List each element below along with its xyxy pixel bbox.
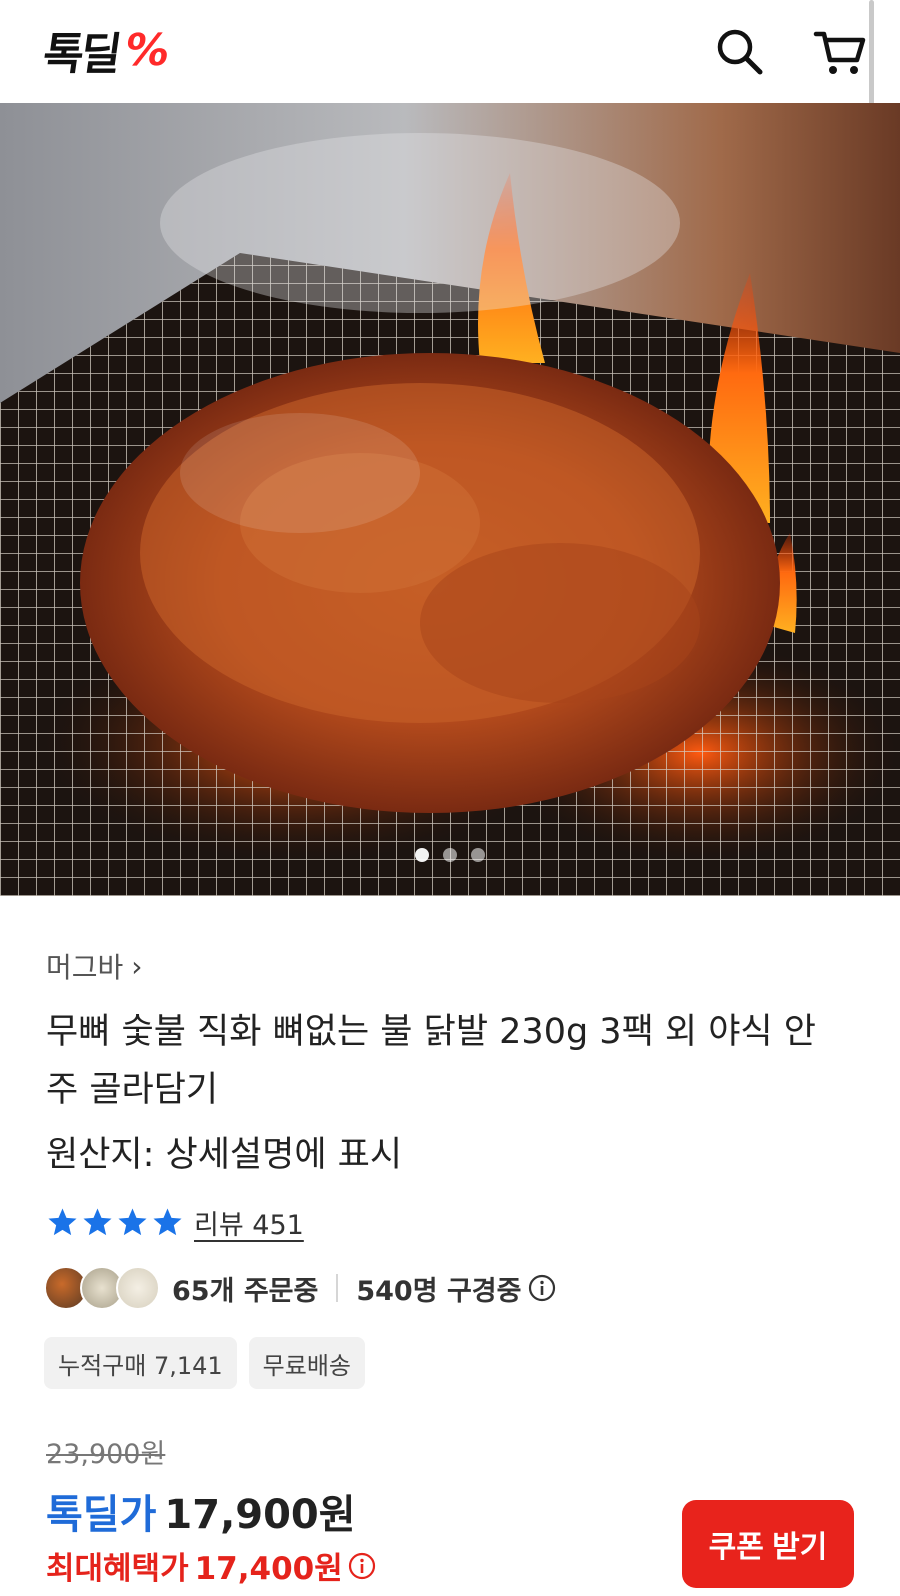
search-icon[interactable] (712, 24, 768, 80)
gallery-dot-2[interactable] (443, 848, 457, 862)
orders-count: 65개 주문중 (172, 1275, 319, 1307)
tag-total-purchases: 누적구매 7,141 (44, 1337, 237, 1389)
coupon-button[interactable]: 쿠폰 받기 (682, 1500, 854, 1588)
product-origin: 원산지: 상세설명에 표시 (46, 1135, 403, 1175)
product-title: 무뼈 숯불 직화 뼈없는 불 닭발 230g 3팩 외 야식 안주 골라담기 (46, 1012, 816, 1110)
gallery-dot-3[interactable] (471, 848, 485, 862)
viewers-count: 540명 구경중 (356, 1275, 522, 1307)
info-icon[interactable] (347, 1551, 377, 1581)
seller-name: 머그바 (46, 951, 124, 984)
rating-row: 리뷰 451 (46, 1203, 304, 1242)
gallery-dots (0, 848, 900, 862)
max-benefit-price: 17,400원 (194, 1551, 343, 1587)
product-image[interactable] (0, 103, 900, 896)
deal-label: 톡딜가 (46, 1492, 157, 1538)
app-header: 톡딜 % (0, 0, 900, 236)
divider (336, 1274, 339, 1302)
cart-icon[interactable] (812, 24, 868, 80)
tag-free-shipping: 무료배송 (248, 1337, 365, 1389)
seller-link[interactable]: 머그바 › (46, 946, 142, 986)
star-icon (83, 1208, 112, 1236)
deal-price-row: 톡딜가 17,900원 (46, 1482, 356, 1540)
social-proof: 65개 주문중 540명 구경중 (44, 1266, 557, 1310)
deal-price: 17,900원 (164, 1492, 356, 1538)
product-tags: 누적구매 7,141 무료배송 (44, 1337, 365, 1389)
info-icon[interactable] (527, 1273, 557, 1303)
chevron-right-icon: › (131, 949, 143, 983)
original-price: 23,900원 (46, 1439, 166, 1470)
logo-mark: % (120, 24, 174, 76)
star-icon (48, 1208, 77, 1236)
star-icon (153, 1208, 182, 1236)
max-benefit-label: 최대혜택가 (46, 1551, 189, 1587)
review-link[interactable]: 리뷰 451 (194, 1203, 304, 1242)
logo[interactable]: 톡딜 % (40, 22, 174, 81)
avatar (116, 1266, 160, 1310)
max-benefit-row: 최대혜택가 17,400원 (46, 1543, 377, 1588)
logo-text: 톡딜 (39, 29, 122, 80)
buyer-avatars (44, 1266, 160, 1310)
rating-stars (46, 1206, 184, 1239)
star-icon (118, 1208, 147, 1236)
gallery-dot-1[interactable] (415, 848, 429, 862)
